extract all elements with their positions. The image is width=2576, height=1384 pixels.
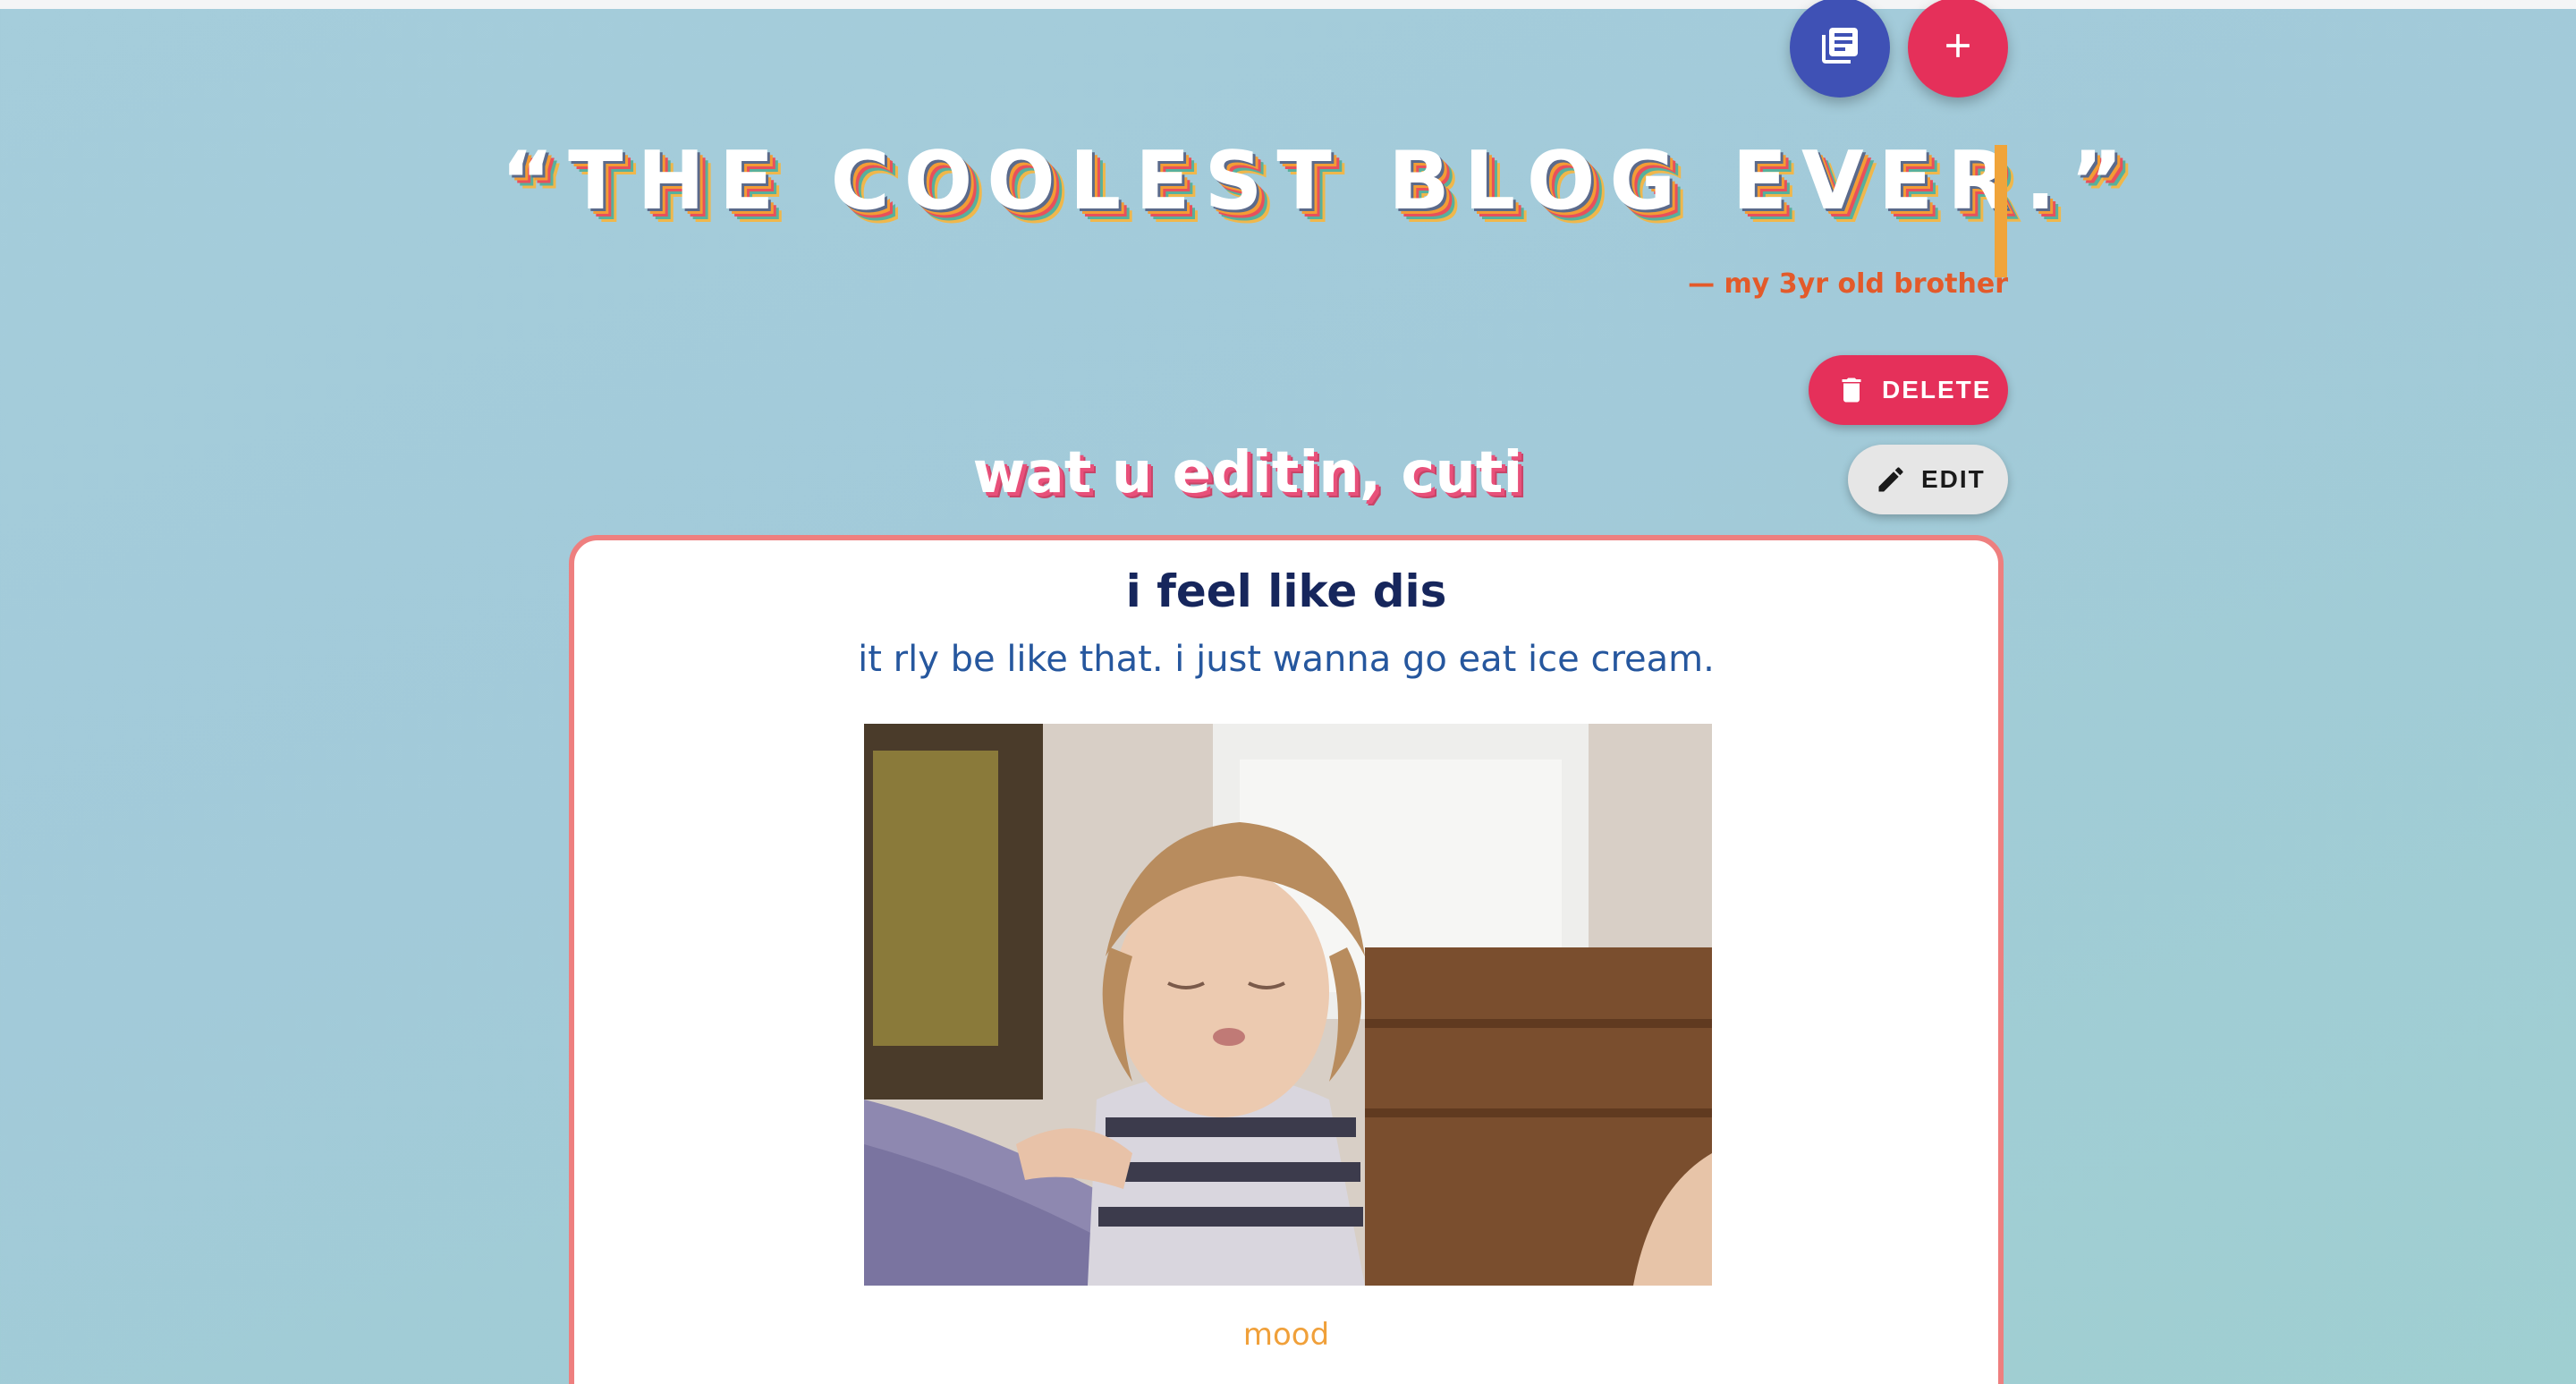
top-strip [0,0,2576,9]
posts-list-button[interactable] [1790,0,1890,98]
delete-label: DELETE [1882,376,1992,403]
delete-button[interactable]: DELETE [1809,355,2008,425]
post-card: i feel like dis it rly be like that. i j… [569,535,2004,1384]
post-title: i feel like dis [1125,565,1447,617]
pencil-icon [1873,462,1909,497]
trash-icon [1834,372,1869,408]
edit-button[interactable]: EDIT [1848,445,2008,514]
library-books-icon [1818,24,1861,71]
add-post-button[interactable] [1908,0,2008,98]
quote-attribution: — my 3yr old brother [1688,268,2008,300]
edit-label: EDIT [1921,465,1986,493]
post-subtitle: it rly be like that. i just wanna go eat… [858,639,1715,680]
hero-quote: “THE COOLEST BLOG EVER.” [501,134,2138,228]
post-caption: mood [1242,1317,1330,1353]
editor-heading: wat u editin, cuti [972,440,1523,506]
quote-accent-bar [1995,145,2007,277]
plus-icon [1938,26,1978,69]
post-image [864,724,1712,1286]
